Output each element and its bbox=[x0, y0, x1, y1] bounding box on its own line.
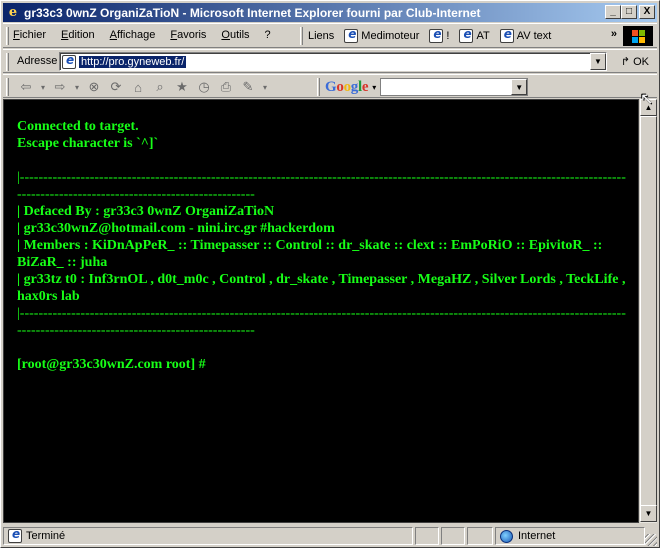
address-input[interactable]: http://pro.gyneweb.fr/ ▼ bbox=[59, 52, 607, 71]
google-logo[interactable]: Google bbox=[325, 79, 369, 96]
menu-favoris[interactable]: Favoris bbox=[170, 29, 206, 41]
done-page-icon bbox=[8, 527, 22, 543]
scroll-down-arrow-icon[interactable]: ▼ bbox=[640, 505, 657, 522]
greetz-line: | gr33tz t0 : Inf3rnOL , d0t_m0c , Contr… bbox=[17, 272, 626, 304]
forward-arrow-icon[interactable]: ⇨ bbox=[51, 78, 69, 96]
address-bar: Adresse http://pro.gyneweb.fr/ ▼ ↱ OK bbox=[3, 49, 657, 73]
edit-icon[interactable]: ✎ bbox=[239, 78, 257, 96]
zone-label: Internet bbox=[518, 530, 556, 542]
minimize-button[interactable]: _ bbox=[605, 5, 621, 19]
terminal-text: Connected to target. Escape character is… bbox=[17, 118, 629, 373]
scroll-thumb[interactable] bbox=[640, 116, 657, 506]
members-line: | Members : KiDnApPeR_ :: Timepasser :: … bbox=[17, 238, 603, 270]
search-icon[interactable]: ⌕ bbox=[151, 78, 169, 96]
title-bar[interactable]: e gr33c3 0wnZ OrganiZaTioN - Microsoft I… bbox=[3, 3, 657, 22]
link-bang[interactable]: ! bbox=[429, 27, 450, 43]
menu-affichage[interactable]: Affichage bbox=[110, 29, 156, 41]
address-dropdown-arrow-icon[interactable]: ▼ bbox=[590, 53, 606, 70]
google-menu-arrow-icon[interactable]: ▾ bbox=[372, 83, 376, 92]
toolbar-grip[interactable] bbox=[6, 27, 9, 45]
status-main: Terminé bbox=[3, 527, 413, 545]
home-icon[interactable]: ⌂ bbox=[129, 78, 147, 96]
resize-grip[interactable] bbox=[645, 534, 657, 546]
go-arrow-icon: ↱ bbox=[620, 56, 631, 68]
page-icon bbox=[62, 53, 76, 69]
history-icon[interactable]: ◷ bbox=[195, 78, 213, 96]
ie-app-icon[interactable]: e bbox=[5, 5, 21, 21]
escape-line: Escape character is `^]` bbox=[17, 136, 159, 151]
print-icon[interactable]: ⎙ bbox=[217, 78, 235, 96]
status-cell bbox=[415, 527, 439, 545]
address-grip[interactable] bbox=[6, 53, 9, 71]
windows-logo-icon bbox=[623, 26, 653, 46]
address-label: Adresse bbox=[17, 55, 58, 67]
separator-line-bottom: |---------------------------------------… bbox=[17, 306, 626, 338]
favorites-icon[interactable]: ★ bbox=[173, 78, 191, 96]
go-label: OK bbox=[633, 55, 649, 68]
link-label: Medimoteur bbox=[361, 30, 420, 42]
mouse-cursor-icon: ↖ bbox=[640, 91, 654, 108]
connected-line: Connected to target. bbox=[17, 119, 139, 134]
browser-window: e gr33c3 0wnZ OrganiZaTioN - Microsoft I… bbox=[0, 0, 660, 548]
google-dropdown-arrow-icon[interactable]: ▼ bbox=[511, 79, 528, 95]
link-at[interactable]: AT bbox=[459, 27, 490, 43]
menu-fichier[interactable]: Fichier bbox=[13, 29, 46, 41]
links-more-chevron-icon[interactable]: » bbox=[611, 28, 617, 40]
link-label: ! bbox=[446, 30, 450, 42]
link-medimoteur[interactable]: Medimoteur bbox=[344, 27, 420, 43]
edit-dropdown-icon[interactable]: ▾ bbox=[261, 78, 269, 96]
status-text: Terminé bbox=[26, 530, 66, 542]
vertical-scrollbar[interactable]: ▲ ▼ bbox=[639, 99, 657, 523]
security-zone: Internet bbox=[495, 527, 645, 545]
ie-page-icon bbox=[459, 27, 474, 43]
google-toolbar: Google ▾ ▼ bbox=[325, 78, 529, 96]
window-title: gr33c3 0wnZ OrganiZaTioN - Microsoft Int… bbox=[24, 5, 481, 20]
status-bar: Terminé Internet bbox=[3, 525, 657, 546]
go-button[interactable]: ↱ OK bbox=[620, 55, 649, 69]
contact-line: | gr33c30wnZ@hotmail.com - nini.irc.gr #… bbox=[17, 221, 335, 236]
link-label: AT bbox=[476, 30, 490, 42]
internet-globe-icon bbox=[500, 529, 513, 543]
ie-page-icon bbox=[499, 27, 514, 43]
address-url[interactable]: http://pro.gyneweb.fr/ bbox=[79, 55, 187, 68]
menu-bar: Fichier Edition Affichage Favoris Outils… bbox=[3, 23, 657, 48]
standard-toolbar: ⇦ ▾ ⇨ ▾ ⊗ ⟳ ⌂ ⌕ ★ ◷ ⎙ ✎ ▾ Google ▾ ▼ bbox=[3, 74, 657, 98]
menu-help[interactable]: ? bbox=[265, 29, 271, 41]
ie-page-icon bbox=[429, 27, 444, 43]
link-label: AV text bbox=[516, 30, 552, 42]
maximize-button[interactable]: □ bbox=[621, 5, 637, 19]
menu-outils[interactable]: Outils bbox=[221, 29, 249, 41]
back-dropdown-icon[interactable]: ▾ bbox=[39, 78, 47, 96]
stop-icon[interactable]: ⊗ bbox=[85, 78, 103, 96]
toolbar-grip[interactable] bbox=[6, 78, 9, 96]
google-grip[interactable] bbox=[317, 78, 320, 96]
status-cell bbox=[467, 527, 493, 545]
separator-line: |---------------------------------------… bbox=[17, 170, 626, 202]
refresh-icon[interactable]: ⟳ bbox=[107, 78, 125, 96]
link-av-text[interactable]: AV text bbox=[499, 27, 552, 43]
menu-edition[interactable]: Edition bbox=[61, 29, 95, 41]
defaced-by-line: | Defaced By : gr33c3 0wnZ OrganiZaTioN bbox=[17, 204, 275, 219]
page-content: Connected to target. Escape character is… bbox=[3, 99, 639, 523]
status-cell bbox=[441, 527, 465, 545]
close-button[interactable]: X bbox=[639, 5, 655, 19]
google-search-input[interactable]: ▼ bbox=[380, 78, 529, 96]
back-arrow-icon[interactable]: ⇦ bbox=[17, 78, 35, 96]
shell-prompt: [root@gr33c30wnZ.com root] # bbox=[17, 357, 206, 372]
links-grip[interactable] bbox=[300, 27, 303, 45]
links-label: Liens bbox=[308, 30, 335, 42]
ie-page-icon bbox=[344, 27, 359, 43]
forward-dropdown-icon[interactable]: ▾ bbox=[73, 78, 81, 96]
